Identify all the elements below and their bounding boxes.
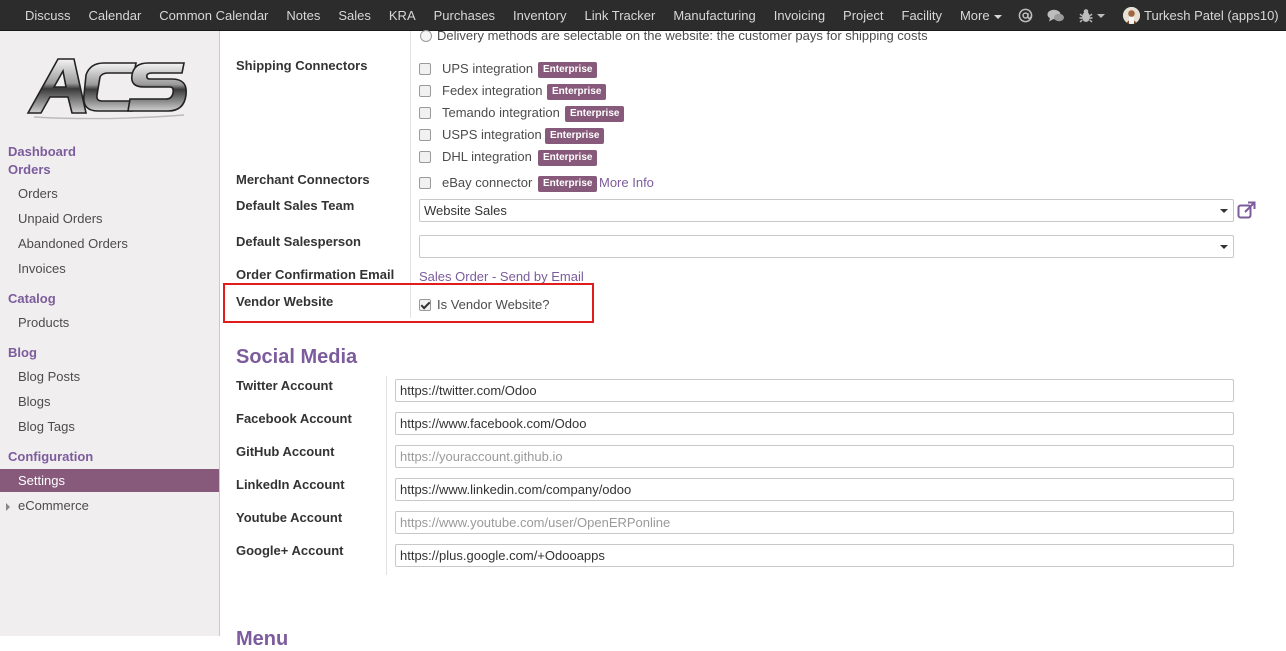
sidebar-item-blogs[interactable]: Blogs <box>18 394 51 409</box>
sidebar-item-label: Settings <box>18 473 65 488</box>
bug-icon[interactable] <box>1079 0 1105 31</box>
menu-more[interactable]: More <box>949 0 1006 31</box>
menu-notes[interactable]: Notes <box>275 0 327 31</box>
youtube-label: Youtube Account <box>236 510 343 525</box>
usps-checkbox[interactable] <box>419 129 431 141</box>
section-title-social-media: Social Media <box>236 346 358 368</box>
enterprise-badge: Enterprise <box>538 150 598 166</box>
temando-label: Temando integration <box>442 105 560 120</box>
sidebar-item-abandoned-orders[interactable]: Abandoned Orders <box>18 236 128 251</box>
googleplus-input[interactable] <box>395 544 1234 567</box>
chevron-right-icon <box>6 503 10 511</box>
external-link-icon[interactable] <box>1237 201 1256 223</box>
top-navbar: Discuss Calendar Common Calendar Notes S… <box>0 0 1286 31</box>
ups-checkbox[interactable] <box>419 63 431 75</box>
avatar <box>1123 7 1140 24</box>
divider <box>386 376 387 575</box>
sidebar-item-settings[interactable]: Settings <box>0 469 219 492</box>
sidebar-item-unpaid-orders[interactable]: Unpaid Orders <box>18 211 103 226</box>
enterprise-badge: Enterprise <box>547 84 607 100</box>
sales-team-select[interactable]: Website Sales <box>419 199 1234 222</box>
vendor-website-checkbox[interactable] <box>419 299 431 311</box>
dhl-label: DHL integration <box>442 149 532 164</box>
menu-kra[interactable]: KRA <box>378 0 423 31</box>
sidebar-header-configuration[interactable]: Configuration <box>8 449 93 464</box>
acs-logo <box>24 51 190 123</box>
menu-discuss[interactable]: Discuss <box>14 0 78 31</box>
sidebar-item-products[interactable]: Products <box>18 315 69 330</box>
sidebar-header-catalog[interactable]: Catalog <box>8 291 56 306</box>
sidebar-item-blog-posts[interactable]: Blog Posts <box>18 369 80 384</box>
default-sales-team-label: Default Sales Team <box>236 198 355 213</box>
menu-project[interactable]: Project <box>832 0 890 31</box>
sidebar-item-blog-tags[interactable]: Blog Tags <box>18 419 75 434</box>
at-icon[interactable] <box>1018 0 1033 31</box>
sales-team-value: Website Sales <box>424 203 507 218</box>
sidebar-item-ecommerce[interactable]: eCommerce <box>18 498 89 513</box>
enterprise-badge: Enterprise <box>545 128 605 144</box>
github-label: GitHub Account <box>236 444 335 459</box>
shipping-connectors-label: Shipping Connectors <box>236 58 368 73</box>
menu-inventory[interactable]: Inventory <box>502 0 573 31</box>
github-input[interactable] <box>395 445 1234 468</box>
order-confirmation-label: Order Confirmation Email <box>236 267 395 282</box>
youtube-input[interactable] <box>395 511 1234 534</box>
usps-label: USPS integration <box>442 127 542 142</box>
app-menu: Discuss Calendar Common Calendar Notes S… <box>14 0 1006 31</box>
menu-manufacturing[interactable]: Manufacturing <box>662 0 762 31</box>
menu-purchases[interactable]: Purchases <box>423 0 502 31</box>
linkedin-input[interactable] <box>395 478 1234 501</box>
sidebar-item-invoices[interactable]: Invoices <box>18 261 66 276</box>
twitter-input[interactable] <box>395 379 1234 402</box>
fedex-checkbox[interactable] <box>419 85 431 97</box>
facebook-label: Facebook Account <box>236 411 352 426</box>
ebay-checkbox[interactable] <box>419 177 431 189</box>
linkedin-label: LinkedIn Account <box>236 477 345 492</box>
sidebar-item-dashboard[interactable]: Dashboard <box>8 144 76 159</box>
sidebar-header-orders[interactable]: Orders <box>8 162 51 177</box>
confirmation-email-link[interactable]: Sales Order - Send by Email <box>419 269 584 284</box>
menu-calendar[interactable]: Calendar <box>78 0 149 31</box>
more-info-link[interactable]: More Info <box>599 175 654 190</box>
sidebar: Dashboard Orders Orders Unpaid Orders Ab… <box>0 31 220 636</box>
delivery-radio-label: Delivery methods are selectable on the w… <box>437 28 928 43</box>
delivery-radio[interactable] <box>420 30 432 42</box>
chevron-down-icon <box>1220 209 1228 213</box>
temando-checkbox[interactable] <box>419 107 431 119</box>
settings-content: Delivery methods are selectable on the w… <box>220 28 1286 650</box>
menu-facility[interactable]: Facility <box>891 0 949 31</box>
twitter-label: Twitter Account <box>236 378 333 393</box>
googleplus-label: Google+ Account <box>236 543 344 558</box>
default-salesperson-label: Default Salesperson <box>236 234 361 249</box>
sidebar-item-orders[interactable]: Orders <box>18 186 58 201</box>
user-name: Turkesh Patel (apps10) <box>1144 8 1279 23</box>
fedex-label: Fedex integration <box>442 83 543 98</box>
chevron-down-icon <box>993 14 1002 19</box>
ups-label: UPS integration <box>442 61 534 76</box>
facebook-input[interactable] <box>395 412 1234 435</box>
merchant-connectors-label: Merchant Connectors <box>236 172 370 187</box>
section-title-menu: Menu <box>236 628 289 650</box>
enterprise-badge: Enterprise <box>538 62 598 78</box>
chat-icon[interactable] <box>1047 0 1065 31</box>
salesperson-select[interactable] <box>419 235 1234 258</box>
user-menu[interactable]: Turkesh Patel (apps10) <box>1123 0 1279 31</box>
menu-sales[interactable]: Sales <box>327 0 378 31</box>
menu-more-label: More <box>959 8 990 23</box>
chevron-down-icon <box>1220 245 1228 249</box>
ebay-label: eBay connector <box>442 175 533 190</box>
enterprise-badge: Enterprise <box>538 176 598 192</box>
chevron-down-icon <box>1097 13 1105 18</box>
menu-common-calendar[interactable]: Common Calendar <box>148 0 275 31</box>
vendor-website-label: Vendor Website <box>236 294 334 309</box>
sidebar-header-blog[interactable]: Blog <box>8 345 37 360</box>
menu-invoicing[interactable]: Invoicing <box>763 0 832 31</box>
dhl-checkbox[interactable] <box>419 151 431 163</box>
divider <box>410 31 411 318</box>
menu-link-tracker[interactable]: Link Tracker <box>574 0 663 31</box>
vendor-website-checkbox-label: Is Vendor Website? <box>437 297 550 312</box>
enterprise-badge: Enterprise <box>565 106 625 122</box>
